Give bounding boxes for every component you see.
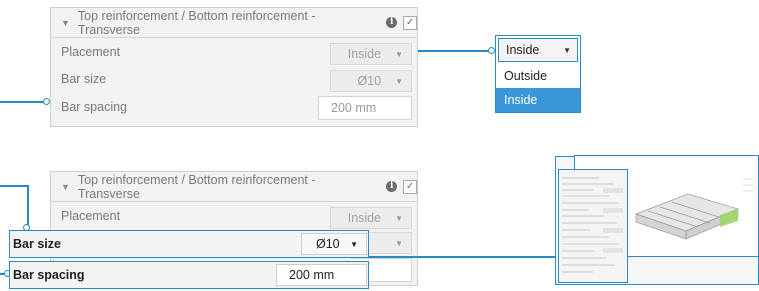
dropdown-option-inside[interactable]: Inside (496, 88, 580, 112)
callout-line (0, 101, 48, 103)
panel-title: Top reinforcement / Bottom reinforcement… (77, 8, 316, 37)
application-screenshot-thumbnail (555, 155, 759, 285)
zoomed-bar-size-select[interactable]: Ø10 ▼ (301, 233, 367, 255)
placement-value: Inside (347, 47, 382, 61)
bar-spacing-input[interactable]: 200 mm (318, 96, 412, 120)
bar-spacing-value: 200 mm (331, 101, 377, 115)
placement-dropdown-current[interactable]: Inside ▼ (498, 38, 578, 62)
zoomed-bar-spacing-value: 200 mm (289, 268, 335, 282)
placement-label: Placement (61, 209, 121, 223)
callout-line (0, 185, 28, 187)
panel-title: Top reinforcement / Bottom reinforcement… (77, 172, 316, 201)
zoomed-bar-size-label: Bar size (13, 237, 61, 251)
callout-dot (488, 47, 495, 54)
placement-value: Inside (347, 211, 382, 225)
panel-header[interactable]: ▼ Top reinforcement / Bottom reinforceme… (51, 8, 417, 38)
thumbnail-slab-model (634, 178, 753, 240)
bar-size-value: Ø10 (357, 74, 382, 88)
bar-size-select[interactable]: Ø10 ▼ (330, 70, 412, 92)
checkmark-icon[interactable]: ✓ (403, 15, 417, 30)
zoomed-bar-spacing-row: Bar spacing 200 mm (9, 261, 369, 289)
placement-select[interactable]: Inside ▼ (330, 43, 412, 65)
dropdown-option-outside[interactable]: Outside (496, 64, 580, 88)
zoomed-bar-size-value: Ø10 (316, 237, 340, 251)
triangle-down-icon[interactable]: ▼ (61, 18, 70, 28)
chevron-down-icon: ▼ (395, 238, 403, 248)
checkmark-icon[interactable]: ✓ (403, 179, 417, 194)
placement-label: Placement (61, 45, 121, 59)
thumbnail-properties-pane (558, 169, 628, 283)
placement-dropdown-popup: Inside ▼ Outside Inside (495, 35, 581, 113)
info-icon[interactable]: i (386, 17, 398, 28)
bar-size-label: Bar size (61, 72, 107, 86)
chevron-down-icon: ▼ (350, 239, 358, 249)
chevron-down-icon: ▼ (563, 45, 571, 55)
callout-dot (43, 98, 50, 105)
bar-spacing-label: Bar spacing (61, 100, 128, 114)
chevron-down-icon: ▼ (395, 76, 403, 86)
info-icon[interactable]: i (386, 181, 398, 192)
chevron-down-icon: ▼ (395, 213, 403, 223)
chevron-down-icon: ▼ (395, 49, 403, 59)
panel-header[interactable]: ▼ Top reinforcement / Bottom reinforceme… (51, 172, 417, 202)
callout-line (418, 50, 490, 52)
zoomed-bar-spacing-input[interactable]: 200 mm (276, 264, 367, 286)
dropdown-current-value: Inside (506, 43, 540, 57)
zoomed-bar-size-row: Bar size Ø10 ▼ (9, 230, 369, 258)
callout-line (27, 185, 29, 228)
triangle-down-icon[interactable]: ▼ (61, 182, 70, 192)
zoomed-bar-spacing-label: Bar spacing (13, 268, 85, 282)
thumbnail-pane-lines (562, 177, 623, 273)
top-properties-panel: ▼ Top reinforcement / Bottom reinforceme… (50, 7, 418, 127)
placement-select[interactable]: Inside ▼ (330, 207, 412, 229)
